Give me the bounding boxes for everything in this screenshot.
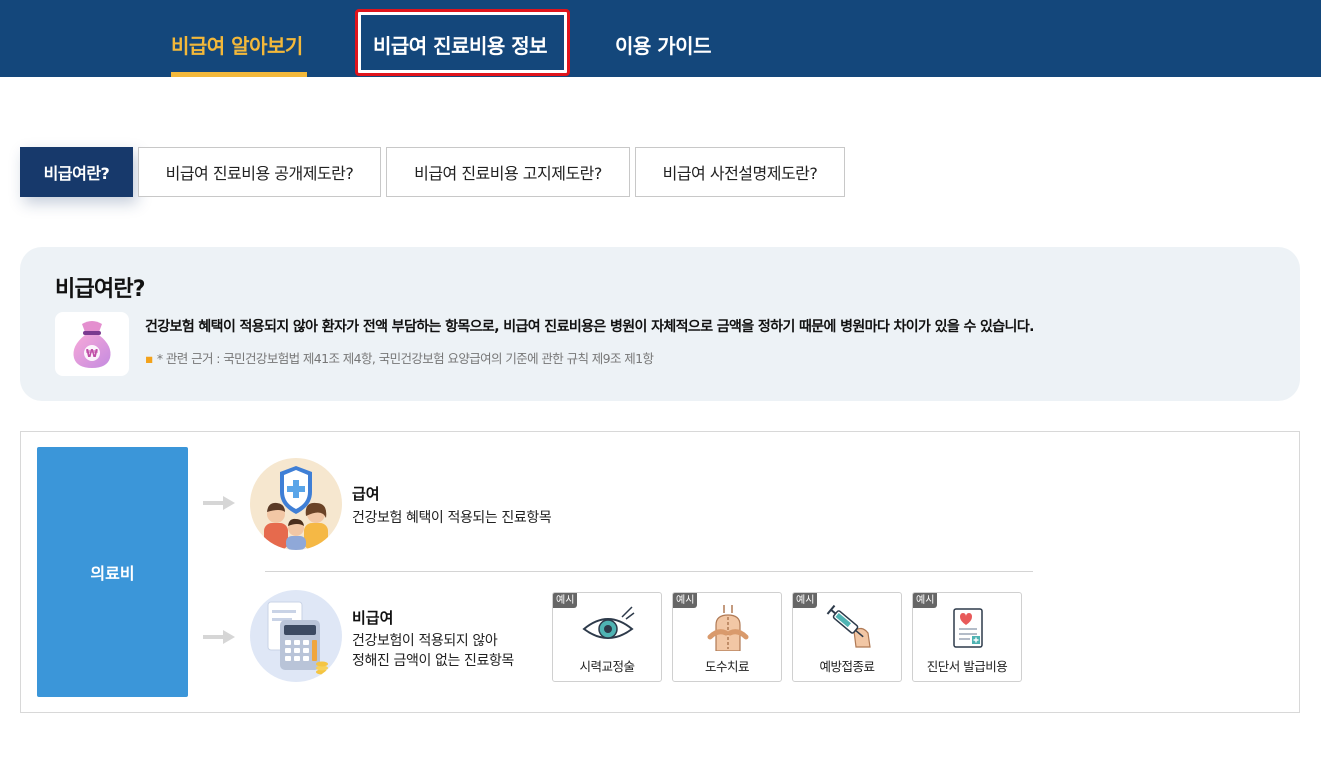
- medical-cost-box: 의료비: [37, 447, 188, 697]
- back-therapy-icon: [707, 605, 749, 651]
- syringe-icon: [826, 604, 871, 648]
- example-card-certificate: 예시 진단서 발급비용: [912, 592, 1022, 682]
- example-card-vision: 예시 시력교정술: [552, 592, 662, 682]
- svg-text:₩: ₩: [86, 347, 98, 360]
- divider: [265, 571, 1033, 572]
- uncovered-desc-line1: 건강보험이 적용되지 않아: [352, 633, 498, 649]
- definition-title: 비급여란?: [55, 277, 146, 302]
- calculator-receipt-icon: [250, 590, 342, 682]
- tab-prior-explanation-system[interactable]: 비급여 사전설명제도란?: [635, 147, 845, 197]
- nav-active-underline: [171, 72, 307, 77]
- example-tag: 예시: [553, 593, 578, 608]
- example-card-vaccination: 예시 예방접종료: [792, 592, 902, 682]
- uncovered-title: 비급여: [352, 609, 394, 627]
- eye-icon: [582, 606, 635, 639]
- definition-note: ▪ * 관련 근거 : 국민건강보험법 제41조 제4항, 국민건강보험 요양급여…: [145, 351, 654, 366]
- uncovered-desc-line2: 정해진 금액이 없는 진료항목: [352, 653, 514, 669]
- top-navigation: 비급여 알아보기 비급여 진료비용 정보 이용 가이드: [0, 0, 1321, 77]
- example-label: 시력교정술: [579, 659, 635, 674]
- tab-what-is-noncovered[interactable]: 비급여란?: [20, 147, 133, 197]
- tab-notice-system[interactable]: 비급여 진료비용 고지제도란?: [386, 147, 630, 197]
- definition-text: 건강보험 혜택이 적용되지 않아 환자가 전액 부담하는 항목으로, 비급여 진…: [145, 319, 1034, 335]
- example-card-manual-therapy: 예시 도수치료: [672, 592, 782, 682]
- arrow-right-icon: [203, 630, 235, 644]
- example-label: 도수치료: [704, 659, 750, 674]
- money-bag-icon: ₩: [55, 312, 129, 376]
- definition-note-text: * 관련 근거 : 국민건강보험법 제41조 제4항, 국민건강보험 요양급여의…: [156, 351, 654, 366]
- family-insurance-icon: [250, 458, 342, 550]
- example-label: 진단서 발급비용: [926, 659, 1008, 674]
- medical-cost-diagram: 의료비 급여 건강보험 혜택이 적용되는 진료항목 비급여 건강보험이 적용되지…: [20, 431, 1300, 713]
- tab-disclosure-system[interactable]: 비급여 진료비용 공개제도란?: [138, 147, 381, 197]
- example-tag: 예시: [793, 593, 818, 608]
- nav-item-about[interactable]: 비급여 알아보기: [171, 30, 303, 59]
- nav-item-guide[interactable]: 이용 가이드: [615, 30, 711, 59]
- definition-box: 비급여란? ₩ 건강보험 혜택이 적용되지 않아 환자가 전액 부담하는 항목으…: [20, 247, 1300, 401]
- arrow-right-icon: [203, 496, 235, 510]
- nav-item-cost-info[interactable]: 비급여 진료비용 정보: [373, 30, 548, 59]
- example-label: 예방접종료: [819, 659, 875, 674]
- certificate-icon: [953, 608, 983, 648]
- covered-desc: 건강보험 혜택이 적용되는 진료항목: [352, 510, 552, 526]
- example-tag: 예시: [913, 593, 938, 608]
- covered-title: 급여: [352, 485, 380, 503]
- example-tag: 예시: [673, 593, 698, 608]
